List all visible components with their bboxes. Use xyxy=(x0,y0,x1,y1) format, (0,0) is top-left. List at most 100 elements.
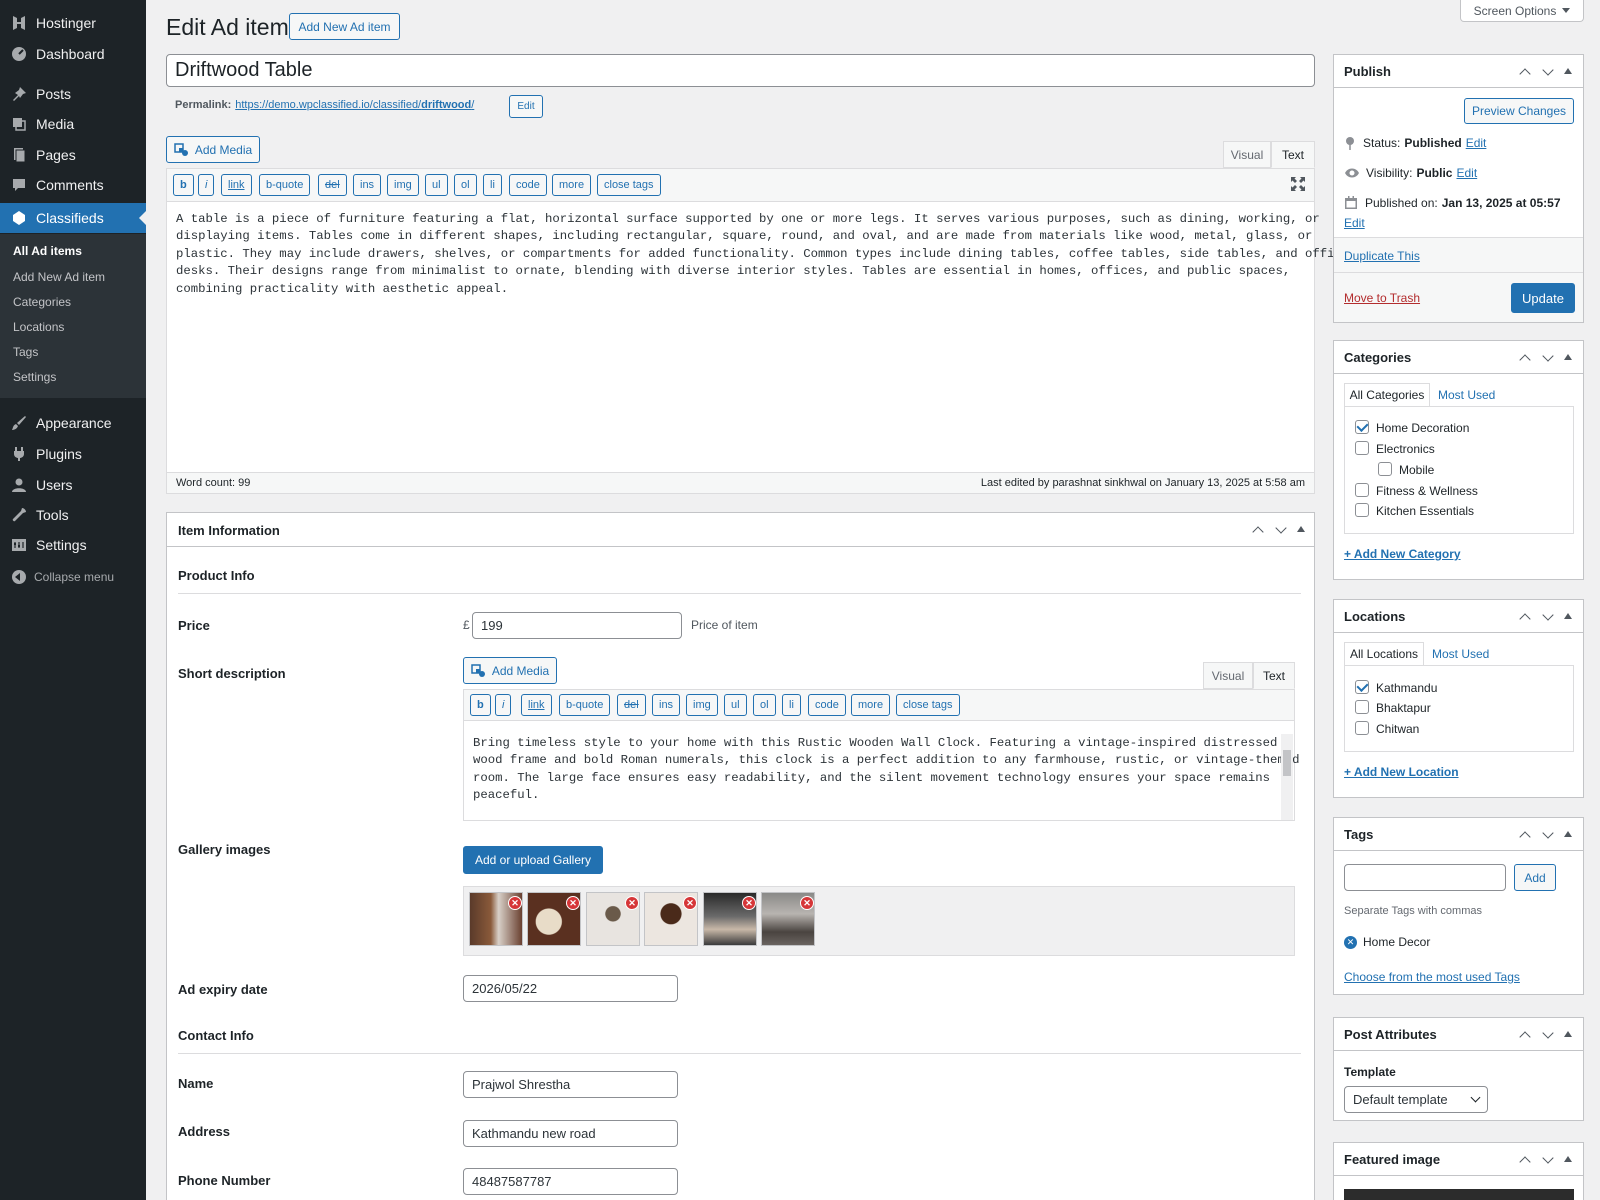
remove-tag-icon[interactable]: ✕ xyxy=(1344,935,1357,949)
quicktag-b[interactable]: b xyxy=(470,694,491,716)
quicktag-del[interactable]: del xyxy=(617,694,646,716)
menu-users[interactable]: Users xyxy=(0,470,146,500)
short-desc-content[interactable]: Bring timeless style to your home with t… xyxy=(473,735,1300,805)
checkbox-home-decoration[interactable] xyxy=(1355,420,1369,434)
tab-visual[interactable]: Visual xyxy=(1223,141,1271,168)
menu-media[interactable]: Media xyxy=(0,109,146,139)
tab-all-categories[interactable]: All Categories xyxy=(1344,383,1430,407)
move-up-icon[interactable] xyxy=(1519,831,1531,843)
gallery-thumb[interactable]: ✕ xyxy=(469,892,523,946)
tab-most-used-locations[interactable]: Most Used xyxy=(1432,647,1489,661)
published-on-edit-link[interactable]: Edit xyxy=(1344,216,1365,230)
quicktag-ins[interactable]: ins xyxy=(652,694,681,716)
quicktag-b-quote[interactable]: b-quote xyxy=(259,174,311,196)
quicktag-code[interactable]: code xyxy=(808,694,846,716)
move-up-icon[interactable] xyxy=(1519,613,1531,625)
short-desc-tab-text[interactable]: Text xyxy=(1253,662,1295,689)
short-desc-add-media-button[interactable]: Add Media xyxy=(463,657,557,684)
add-new-location-link[interactable]: + Add New Location xyxy=(1344,765,1459,779)
quicktag-b[interactable]: b xyxy=(173,174,194,196)
menu-tools[interactable]: Tools xyxy=(0,500,146,530)
move-down-icon[interactable] xyxy=(1542,64,1554,76)
quicktag-b-quote[interactable]: b-quote xyxy=(559,694,611,716)
toggle-panel-icon[interactable] xyxy=(1564,1031,1572,1037)
add-upload-gallery-button[interactable]: Add or upload Gallery xyxy=(463,846,603,874)
screen-options-button[interactable]: Screen Options xyxy=(1460,0,1584,22)
quicktag-ins[interactable]: ins xyxy=(353,174,382,196)
duplicate-this-link[interactable]: Duplicate This xyxy=(1344,249,1420,263)
toggle-panel-icon[interactable] xyxy=(1564,68,1572,74)
ad-expiry-input[interactable]: 2026/05/22 xyxy=(463,975,678,1002)
quicktag-ul[interactable]: ul xyxy=(724,694,747,716)
phone-input[interactable]: 48487587787 xyxy=(463,1168,678,1195)
scrollbar-thumb[interactable] xyxy=(1283,750,1291,776)
menu-pages[interactable]: Pages xyxy=(0,140,146,170)
quicktag-more[interactable]: more xyxy=(552,174,592,196)
status-edit-link[interactable]: Edit xyxy=(1466,136,1487,150)
menu-settings[interactable]: Settings xyxy=(0,530,146,560)
submenu-add-new-ad-item[interactable]: Add New Ad item xyxy=(13,270,105,284)
checkbox-bhaktapur[interactable] xyxy=(1355,700,1369,714)
add-new-category-link[interactable]: + Add New Category xyxy=(1344,547,1461,561)
move-up-icon[interactable] xyxy=(1519,1031,1531,1043)
permalink-edit-button[interactable]: Edit xyxy=(509,95,543,118)
quicktag-link[interactable]: link xyxy=(521,694,552,716)
remove-image-icon[interactable]: ✕ xyxy=(625,896,639,910)
name-input[interactable]: Prajwol Shrestha xyxy=(463,1071,678,1098)
toggle-panel-icon[interactable] xyxy=(1564,1156,1572,1162)
new-tag-input[interactable] xyxy=(1344,864,1506,891)
collapse-menu-button[interactable]: Collapse menu xyxy=(0,565,146,589)
submenu-categories[interactable]: Categories xyxy=(13,295,71,309)
gallery-thumb[interactable]: ✕ xyxy=(527,892,581,946)
toggle-panel-icon[interactable] xyxy=(1564,831,1572,837)
preview-changes-button[interactable]: Preview Changes xyxy=(1464,98,1574,124)
template-select[interactable]: Default template xyxy=(1344,1086,1488,1113)
move-up-icon[interactable] xyxy=(1519,354,1531,366)
menu-dashboard[interactable]: Dashboard xyxy=(0,39,146,69)
move-to-trash-link[interactable]: Move to Trash xyxy=(1344,291,1420,305)
toggle-panel-icon[interactable] xyxy=(1564,354,1572,360)
toggle-panel-icon[interactable] xyxy=(1297,526,1305,532)
address-input[interactable]: Kathmandu new road xyxy=(463,1120,678,1147)
checkbox-electronics[interactable] xyxy=(1355,441,1369,455)
scrollbar[interactable] xyxy=(1281,734,1293,820)
move-up-icon[interactable] xyxy=(1252,526,1264,538)
short-desc-tab-visual[interactable]: Visual xyxy=(1203,662,1253,689)
menu-appearance[interactable]: Appearance xyxy=(0,408,146,438)
move-down-icon[interactable] xyxy=(1542,1152,1554,1164)
quicktag-i[interactable]: i xyxy=(198,174,215,196)
menu-classifieds[interactable]: Classifieds xyxy=(0,203,146,233)
update-button[interactable]: Update xyxy=(1511,283,1575,313)
menu-posts[interactable]: Posts xyxy=(0,79,146,109)
tab-text[interactable]: Text xyxy=(1271,141,1315,168)
submenu-tags[interactable]: Tags xyxy=(13,345,38,359)
move-up-icon[interactable] xyxy=(1519,68,1531,80)
quicktag-close-tags[interactable]: close tags xyxy=(896,694,960,716)
move-down-icon[interactable] xyxy=(1542,350,1554,362)
checkbox-kitchen-essentials[interactable] xyxy=(1355,503,1369,517)
quicktag-ul[interactable]: ul xyxy=(425,174,448,196)
quicktag-link[interactable]: link xyxy=(221,174,252,196)
submenu-all-ad-items[interactable]: All Ad items xyxy=(13,244,82,258)
checkbox-fitness-wellness[interactable] xyxy=(1355,483,1369,497)
permalink-link[interactable]: https://demo.wpclassified.io/classified/… xyxy=(235,99,474,111)
quicktag-code[interactable]: code xyxy=(509,174,547,196)
menu-plugins[interactable]: Plugins xyxy=(0,439,146,469)
add-new-ad-item-button[interactable]: Add New Ad item xyxy=(289,13,400,40)
quicktag-li[interactable]: li xyxy=(782,694,801,716)
move-down-icon[interactable] xyxy=(1542,827,1554,839)
visibility-edit-link[interactable]: Edit xyxy=(1456,166,1477,180)
gallery-thumb[interactable]: ✕ xyxy=(586,892,640,946)
remove-image-icon[interactable]: ✕ xyxy=(683,896,697,910)
gallery-thumb[interactable]: ✕ xyxy=(761,892,815,946)
add-media-button[interactable]: Add Media xyxy=(166,136,260,163)
move-down-icon[interactable] xyxy=(1275,522,1287,534)
quicktag-close-tags[interactable]: close tags xyxy=(597,174,661,196)
toggle-panel-icon[interactable] xyxy=(1564,613,1572,619)
submenu-settings[interactable]: Settings xyxy=(13,370,56,384)
move-up-icon[interactable] xyxy=(1519,1156,1531,1168)
tab-most-used-categories[interactable]: Most Used xyxy=(1438,388,1495,402)
menu-hostinger[interactable]: Hostinger xyxy=(0,8,146,38)
fullscreen-icon[interactable] xyxy=(1290,176,1306,195)
quicktag-ol[interactable]: ol xyxy=(753,694,776,716)
